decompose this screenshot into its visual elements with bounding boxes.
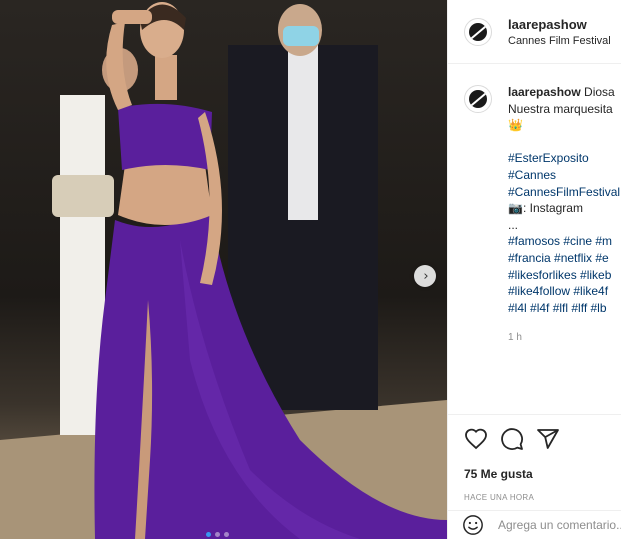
caption-text-line: Nuestra marquesita: [508, 101, 613, 116]
photo-source-text: : Instagram: [522, 201, 583, 216]
hashtag-link[interactable]: #EsterExposito: [508, 150, 620, 167]
hashtag-line[interactable]: #famosos #cine #m: [508, 233, 620, 250]
carousel-dot: [224, 532, 229, 537]
post-author-username[interactable]: laarepashow: [508, 17, 611, 32]
comment-composer: [448, 510, 621, 539]
caption-avatar[interactable]: [464, 85, 492, 113]
hashtag-link[interactable]: #Cannes: [508, 167, 620, 184]
caption-time-ago: 1 h: [508, 332, 522, 344]
instagram-post: › laarepashow Cannes Film Festival laare…: [0, 0, 621, 539]
post-location[interactable]: Cannes Film Festival: [508, 35, 611, 47]
post-caption: laarepashow Diosa Nuestra marquesita 👑 #…: [448, 64, 621, 347]
post-timestamp[interactable]: HACE UNA HORA: [464, 493, 606, 502]
chevron-right-icon: ›: [423, 268, 429, 284]
carousel-indicator: [206, 532, 229, 537]
hashtag-line[interactable]: #like4follow #like4f: [508, 283, 620, 300]
post-photo[interactable]: ›: [0, 0, 447, 539]
hashtag-line[interactable]: #francia #netflix #e: [508, 250, 620, 267]
caption-ellipsis: ...: [508, 217, 519, 232]
smiley-icon[interactable]: [462, 514, 484, 536]
comment-bubble-icon[interactable]: [500, 427, 524, 451]
carousel-dot: [215, 532, 220, 537]
vinyl-record-icon: [469, 22, 487, 41]
post-actions: 75 Me gusta HACE UNA HORA: [448, 414, 621, 502]
post-side-panel: laarepashow Cannes Film Festival laarepa…: [447, 0, 621, 539]
likes-count[interactable]: 75 Me gusta: [464, 467, 606, 481]
heart-icon[interactable]: [464, 427, 488, 451]
vinyl-record-icon: [469, 90, 487, 108]
camera-emoji: 📷: [508, 201, 523, 216]
crown-emoji: 👑: [508, 118, 523, 133]
comment-input[interactable]: [498, 518, 621, 532]
paper-plane-icon[interactable]: [536, 427, 560, 451]
post-image: [0, 2, 447, 539]
caption-text-line: Diosa: [584, 85, 615, 99]
hashtag-line[interactable]: #l4l #l4f #lfl #lff #lb: [508, 300, 620, 317]
hashtag-link[interactable]: #CannesFilmFestival: [508, 184, 620, 201]
hashtag-line[interactable]: #likesforlikes #likeb: [508, 267, 620, 284]
carousel-next-button[interactable]: ›: [414, 265, 436, 287]
post-header: laarepashow Cannes Film Festival: [448, 0, 621, 64]
avatar[interactable]: [464, 17, 492, 46]
carousel-dot: [206, 532, 211, 537]
caption-username[interactable]: laarepashow: [508, 85, 581, 99]
